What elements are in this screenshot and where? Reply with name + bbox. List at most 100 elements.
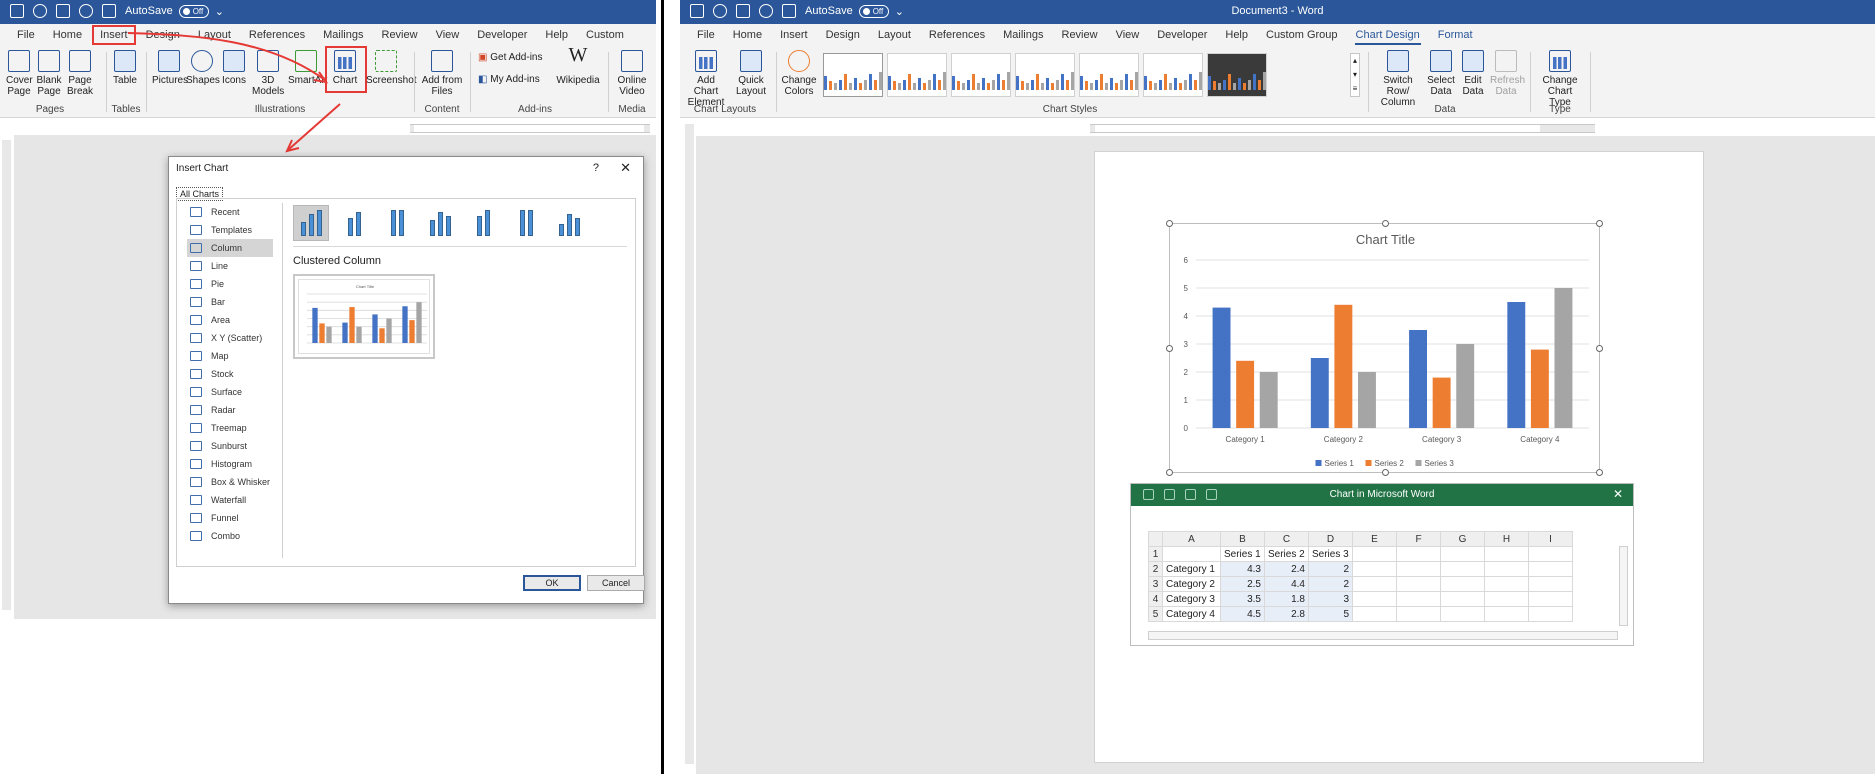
resize-handle[interactable] [1166,469,1173,476]
chart-category-item[interactable]: Templates [187,221,273,239]
3d-clustered-column-thumb[interactable] [422,205,458,241]
sheet-cell[interactable] [1440,591,1485,607]
chart-category-item[interactable]: Funnel [187,509,273,527]
chart-category-item[interactable]: X Y (Scatter) [187,329,273,347]
chart-category-item[interactable]: Area [187,311,273,329]
tab-review[interactable]: Review [1053,24,1107,46]
refresh-data-button[interactable]: Refresh Data [1490,50,1525,97]
chart-category-item[interactable]: Waterfall [187,491,273,509]
chart-style-thumb[interactable] [1079,53,1139,97]
help-button[interactable]: ? [593,162,599,174]
column-header[interactable]: H [1484,531,1529,547]
sheet-cell[interactable]: 3.5 [1220,591,1265,607]
tab-help[interactable]: Help [1216,24,1257,46]
resize-handle[interactable] [1382,220,1389,227]
resize-handle[interactable] [1596,220,1603,227]
resize-handle[interactable] [1382,469,1389,476]
tab-references[interactable]: References [920,24,994,46]
sheet-cell[interactable] [1352,576,1397,592]
cancel-button[interactable]: Cancel [587,575,645,591]
sheet-cell[interactable] [1396,606,1441,622]
sheet-cell[interactable]: 2.4 [1264,561,1309,577]
tab-chart-design[interactable]: Chart Design [1347,24,1429,46]
change-colors-button[interactable]: Change Colors [780,50,818,97]
100-stacked-column-thumb[interactable] [379,205,415,241]
chart-style-thumb[interactable] [823,53,883,97]
chart-category-item[interactable]: Stock [187,365,273,383]
resize-handle[interactable] [1596,345,1603,352]
3d-stacked-column-thumb[interactable] [465,205,501,241]
chart-category-item[interactable]: Column [187,239,273,257]
sheet-cell[interactable] [1484,591,1529,607]
sheet-cell[interactable] [1396,546,1441,562]
sheet-cell[interactable] [1396,561,1441,577]
chart-style-thumb[interactable] [1207,53,1267,97]
column-header[interactable]: G [1440,531,1485,547]
stacked-column-thumb[interactable] [336,205,372,241]
chart-category-item[interactable]: Bar [187,293,273,311]
column-header[interactable]: B [1220,531,1265,547]
sheet-cell[interactable] [1396,591,1441,607]
sheet-cell[interactable] [1352,606,1397,622]
sheet-cell[interactable] [1528,576,1573,592]
switch-row-column-button[interactable]: Switch Row/ Column [1372,50,1424,108]
gallery-scroll[interactable]: ▴ ▾ ≡ [1350,53,1360,97]
vertical-scrollbar[interactable] [1619,546,1628,626]
sheet-cell[interactable]: 2 [1308,576,1353,592]
sheet-cell[interactable] [1440,561,1485,577]
sheet-cell[interactable] [1484,561,1529,577]
sheet-cell[interactable]: Series 3 [1308,546,1353,562]
close-button[interactable]: ✕ [1613,487,1623,501]
sheet-cell[interactable]: 2.8 [1264,606,1309,622]
add-chart-element-button[interactable]: Add Chart Element [684,50,728,108]
tab-insert[interactable]: Insert [771,24,817,46]
chart-category-item[interactable]: Treemap [187,419,273,437]
select-data-button[interactable]: Select Data [1426,50,1456,97]
chart-category-item[interactable]: Sunburst [187,437,273,455]
sheet-cell[interactable]: 1.8 [1264,591,1309,607]
close-button[interactable]: ✕ [620,160,631,176]
ok-button[interactable]: OK [523,575,581,591]
tab-mailings[interactable]: Mailings [994,24,1052,46]
chart-style-thumb[interactable] [1015,53,1075,97]
horizontal-scrollbar[interactable] [1148,631,1618,640]
sheet-cell[interactable] [1484,546,1529,562]
row-header[interactable]: 3 [1148,576,1163,592]
chart-style-thumb[interactable] [951,53,1011,97]
tab-view[interactable]: View [1107,24,1149,46]
sheet-cell[interactable]: 4.3 [1220,561,1265,577]
tab-developer[interactable]: Developer [1148,24,1216,46]
chart-category-item[interactable]: Combo [187,527,273,545]
chart-preview[interactable]: Chart Title [293,274,435,359]
sheet-cell[interactable]: Category 3 [1162,591,1221,607]
column-header[interactable]: A [1162,531,1221,547]
chart-category-item[interactable]: Radar [187,401,273,419]
chart-category-item[interactable]: Histogram [187,455,273,473]
column-header[interactable]: E [1352,531,1397,547]
sheet-cell[interactable] [1440,576,1485,592]
column-header[interactable]: C [1264,531,1309,547]
column-header[interactable]: I [1528,531,1573,547]
sheet-cell[interactable] [1352,591,1397,607]
sheet-cell[interactable]: 2.5 [1220,576,1265,592]
tab-design[interactable]: Design [817,24,869,46]
tab-custom-group[interactable]: Custom Group [1257,24,1347,46]
chart-category-item[interactable]: Recent [187,203,273,221]
tab-file[interactable]: File [688,24,724,46]
sheet-cell[interactable] [1528,546,1573,562]
chart-category-item[interactable]: Pie [187,275,273,293]
sheet-cell[interactable]: Category 1 [1162,561,1221,577]
3d-100-stacked-column-thumb[interactable] [508,205,544,241]
sheet-cell[interactable]: Series 2 [1264,546,1309,562]
resize-handle[interactable] [1596,469,1603,476]
tab-home[interactable]: Home [724,24,771,46]
3d-column-thumb[interactable] [551,205,587,241]
sheet-cell[interactable]: 3 [1308,591,1353,607]
sheet-cell[interactable] [1528,591,1573,607]
sheet-cell[interactable] [1396,576,1441,592]
sheet-cell[interactable]: Category 2 [1162,576,1221,592]
sheet-cell[interactable] [1528,561,1573,577]
column-header[interactable]: D [1308,531,1353,547]
sheet-cell[interactable] [1484,576,1529,592]
column-header[interactable]: F [1396,531,1441,547]
